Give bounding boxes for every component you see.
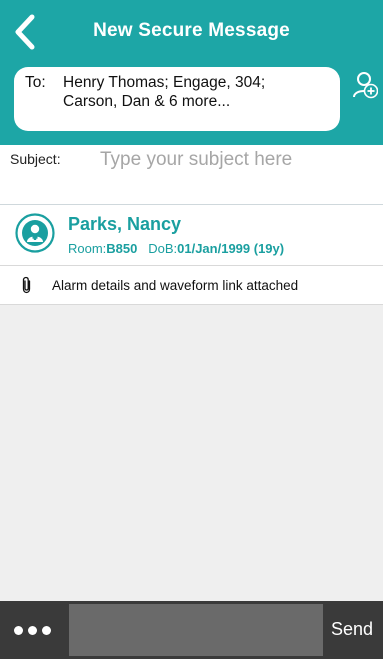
page-title: New Secure Message [93,20,290,41]
paperclip-icon [22,276,31,294]
attachment-text: Alarm details and waveform link attached [52,278,299,293]
room-label: Room: [68,241,107,256]
message-input[interactable] [69,604,323,656]
dob-value: 01/Jan/1999 (19y) [177,241,285,256]
recipients-label: To: [25,74,46,91]
add-contact-icon[interactable] [352,70,378,100]
message-body-area[interactable] [0,305,383,601]
patient-card[interactable] [0,205,383,266]
more-dots-icon[interactable] [14,622,60,638]
dot [42,626,51,635]
patient-name: Parks, Nancy [68,214,182,234]
dot [28,626,37,635]
recipients-value[interactable]: Henry Thomas; Engage, 304; Carson, Dan &… [63,73,333,111]
recipients-field[interactable]: To: Henry Thomas; Engage, 304; Carson, D… [14,67,340,131]
patient-avatar-icon [15,213,55,253]
patient-details: Room:B850 DoB:01/Jan/1999 (19y) [68,241,284,256]
room-value: B850 [106,241,138,256]
dob-label: DoB: [148,241,178,256]
subject-label: Subject: [10,151,61,167]
subject-input[interactable] [100,146,370,174]
dot [14,626,23,635]
send-button[interactable]: Send [331,619,373,640]
new-secure-message-screen: New Secure Message To: Henry Thomas; Eng… [0,0,383,659]
